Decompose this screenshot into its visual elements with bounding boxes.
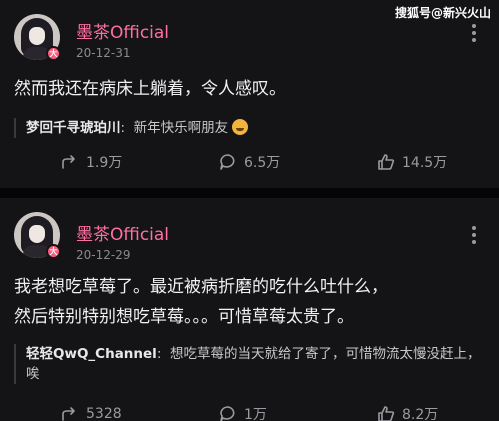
more-icon[interactable] [469,24,479,45]
author-name[interactable]: 墨茶Official [76,18,169,43]
action-bar: 1.9万 6.5万 14.5万 [0,152,499,174]
action-bar: 5328 1万 8.2万 [0,404,499,421]
comment-button[interactable]: 1万 [218,404,267,421]
share-icon [62,155,75,169]
repost-block[interactable]: 梦回千寻琥珀川: 新年快乐啊朋友 [14,118,485,138]
post-card: 大 墨茶Official 20-12-31 然而我还在病床上躺着，令人感叹。 梦… [0,0,499,188]
share-count: 5328 [86,406,122,421]
post-content: 我老想吃草莓了。最近被病折磨的吃什么吐什么， 然后特别特别想吃草莓。。。可惜草莓… [14,277,388,327]
repost-text: 新年快乐啊朋友 [133,120,229,136]
like-count: 8.2万 [402,407,439,421]
share-button[interactable]: 5328 [60,404,122,421]
post-content: 然而我还在病床上躺着，令人感叹。 [14,79,286,99]
repost-block[interactable]: 轻轻QwQ_Channel: 想吃草莓的当天就给了寄了，可惜物流太慢没赶上，唉 [14,344,485,384]
comment-button[interactable]: 6.5万 [218,152,280,172]
verified-badge-icon: 大 [46,244,61,259]
emoji-icon [232,119,249,135]
post-date: 20-12-31 [76,46,131,60]
like-count: 14.5万 [402,155,448,171]
more-icon[interactable] [469,226,479,247]
verified-badge-icon: 大 [46,46,61,61]
share-count: 1.9万 [86,155,123,171]
comment-count: 1万 [244,407,267,421]
post-card: 大 墨茶Official 20-12-29 我老想吃草莓了。最近被病折磨的吃什么… [0,198,499,421]
share-icon [62,407,75,421]
divider [0,188,499,198]
comment-count: 6.5万 [244,155,281,171]
like-icon [378,406,395,421]
watermark: 搜狐号@新兴火山 [394,6,491,20]
post-date: 20-12-29 [76,248,131,262]
like-icon [378,154,395,170]
share-button[interactable]: 1.9万 [60,152,122,172]
repost-user[interactable]: 轻轻QwQ_Channel [26,346,157,362]
like-button[interactable]: 14.5万 [376,152,447,172]
repost-user[interactable]: 梦回千寻琥珀川 [26,120,121,136]
like-button[interactable]: 8.2万 [376,404,438,421]
author-name[interactable]: 墨茶Official [76,220,169,245]
comment-icon [220,154,235,170]
comment-icon [220,406,235,421]
